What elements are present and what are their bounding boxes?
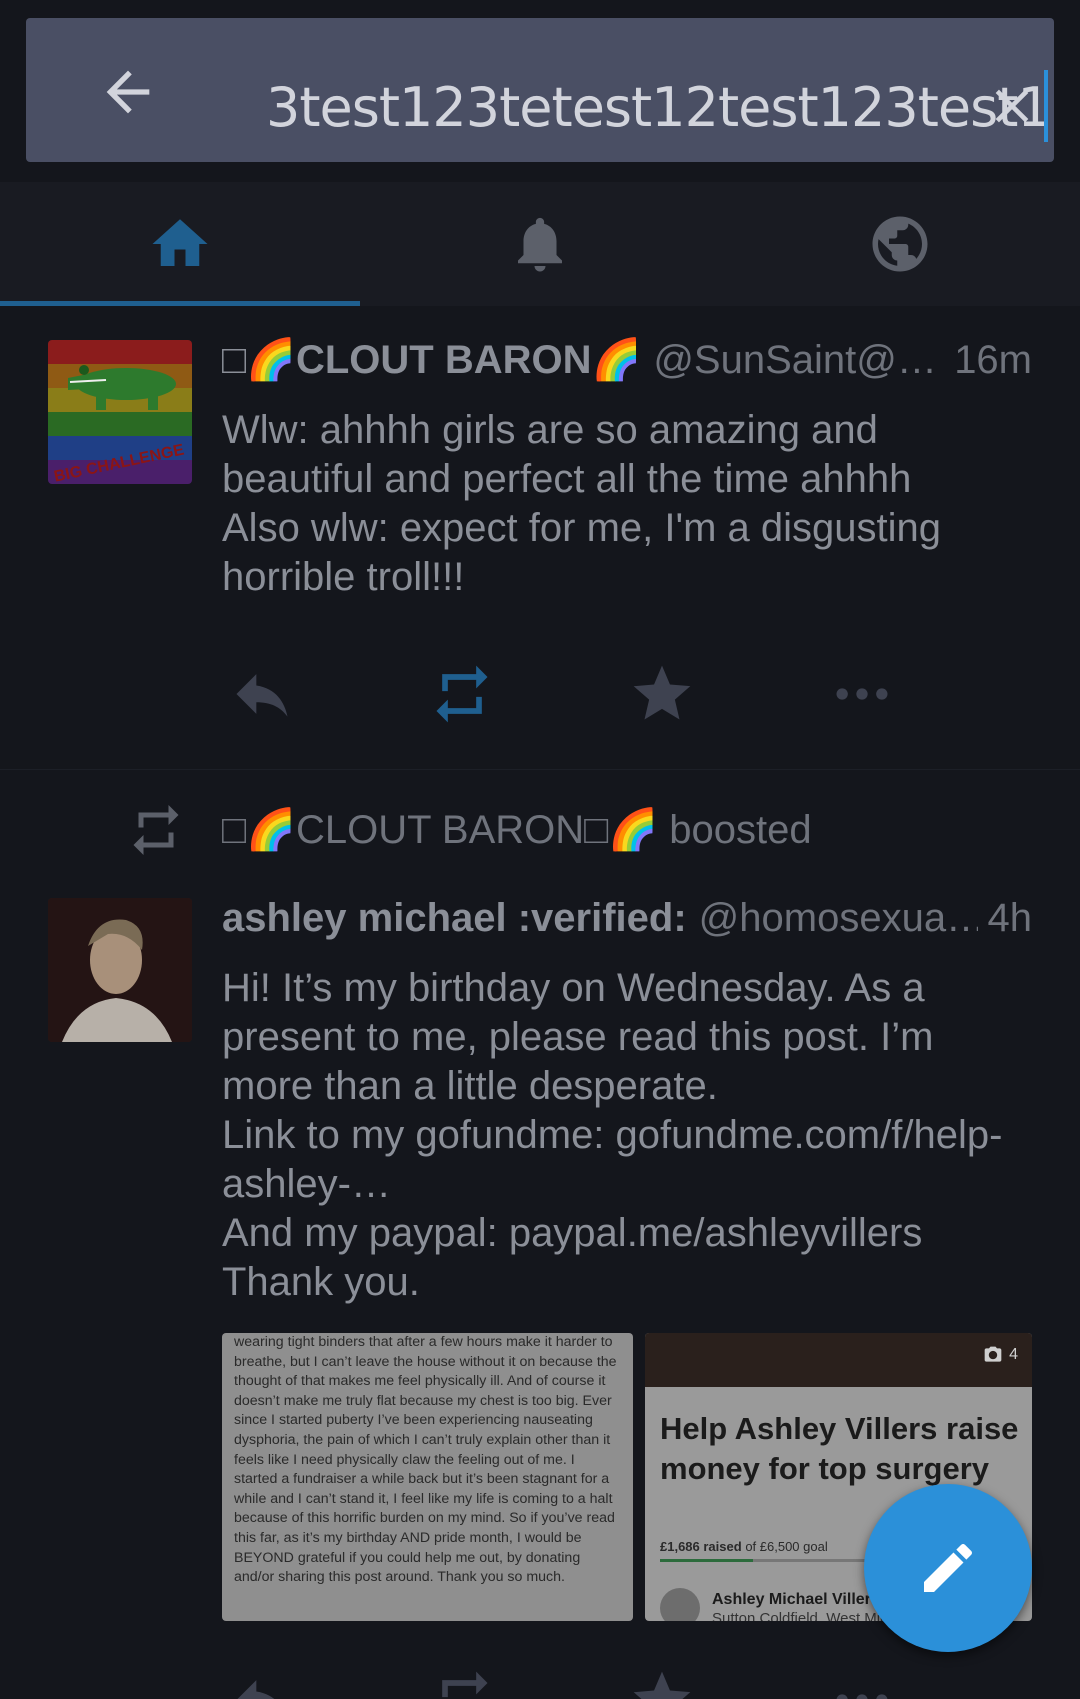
status-card[interactable]: BIG CHALLENGE □🌈CLOUT BARON🌈 @SunSaint@… … [0, 306, 1080, 770]
campaign-title: Help Ashley Villers raise money for top … [660, 1411, 1019, 1486]
more-horizontal-icon [836, 688, 888, 700]
account-handle[interactable]: @homosexua… [699, 896, 986, 940]
status-actions [222, 1660, 1022, 1699]
campaign-raised: £1,686 raised of £6,500 goal [660, 1539, 828, 1554]
display-name-prefix: □ [222, 338, 247, 382]
star-icon [633, 1671, 691, 1699]
boost-button[interactable] [422, 654, 502, 734]
reply-icon [237, 1680, 275, 1699]
tab-home[interactable] [0, 182, 360, 306]
reply-icon [236, 674, 288, 717]
boost-indicator: □🌈CLOUT BARON□🌈 boosted [0, 790, 1080, 870]
timestamp: 16m [944, 330, 1032, 390]
media-header: 4 [645, 1333, 1032, 1387]
boosted-by[interactable]: □🌈CLOUT BARON□🌈 boosted [222, 800, 812, 860]
photo-count: 4 [983, 1345, 1018, 1365]
avatar[interactable] [48, 898, 192, 1042]
close-icon[interactable] [984, 78, 1040, 134]
account-handle[interactable]: @SunSaint@… [653, 338, 937, 382]
status-content: Wlw: ahhhh girls are so amazing and beau… [222, 406, 1032, 602]
text-caret [1044, 70, 1048, 142]
avatar[interactable]: BIG CHALLENGE [48, 340, 192, 484]
more-button[interactable] [822, 1660, 902, 1699]
arrow-left-icon[interactable] [96, 60, 160, 124]
media-text: wearing tight binders that after a few h… [234, 1334, 617, 1586]
status-content: Hi! It’s my birthday on Wednesday. As a … [222, 964, 1032, 1307]
favourite-button[interactable] [622, 654, 702, 734]
timestamp: 4h [977, 888, 1032, 948]
tab-notifications[interactable] [360, 182, 720, 306]
bell-icon [518, 217, 562, 272]
display-name[interactable]: ashley michael :verified: [222, 896, 687, 940]
more-horizontal-icon [836, 1694, 888, 1699]
boost-icon [442, 1671, 488, 1698]
search-input[interactable]: 3test123tetest12test123test123test [266, 78, 1054, 138]
status-header: □🌈CLOUT BARON🌈 @SunSaint@… 16m [222, 330, 1032, 390]
more-button[interactable] [822, 654, 902, 734]
campaign-progress-fill [660, 1559, 753, 1562]
boost-icon [436, 665, 488, 723]
display-name[interactable]: 🌈CLOUT BARON🌈 [246, 338, 641, 382]
search-bar: 3test123tetest12test123test123test [26, 18, 1054, 162]
favourite-button[interactable] [622, 1660, 702, 1699]
boost-icon [126, 800, 186, 860]
campaign-owner: Ashley Michael Villers [712, 1591, 880, 1608]
status-text: Wlw: ahhhh girls are so amazing and beau… [222, 408, 942, 599]
camera-icon [984, 1346, 1002, 1362]
reply-button[interactable] [222, 654, 302, 734]
tab-bar [0, 182, 1080, 306]
home-icon [152, 219, 208, 266]
star-icon [633, 665, 691, 720]
avatar [660, 1588, 700, 1621]
pencil-icon [924, 1543, 973, 1592]
reply-button[interactable] [222, 1660, 302, 1699]
tab-federated[interactable] [720, 182, 1080, 306]
status-header: ashley michael :verified: @homosexua… 4h [222, 888, 1032, 948]
media-attachment[interactable]: wearing tight binders that after a few h… [222, 1333, 633, 1621]
globe-icon [872, 216, 928, 272]
boost-button[interactable] [422, 1660, 502, 1699]
status-text: Hi! It’s my birthday on Wednesday. As a … [222, 966, 1003, 1304]
status-actions [222, 654, 1022, 734]
photo-count-value: 4 [1009, 1346, 1018, 1363]
compose-button[interactable] [864, 1484, 1032, 1652]
